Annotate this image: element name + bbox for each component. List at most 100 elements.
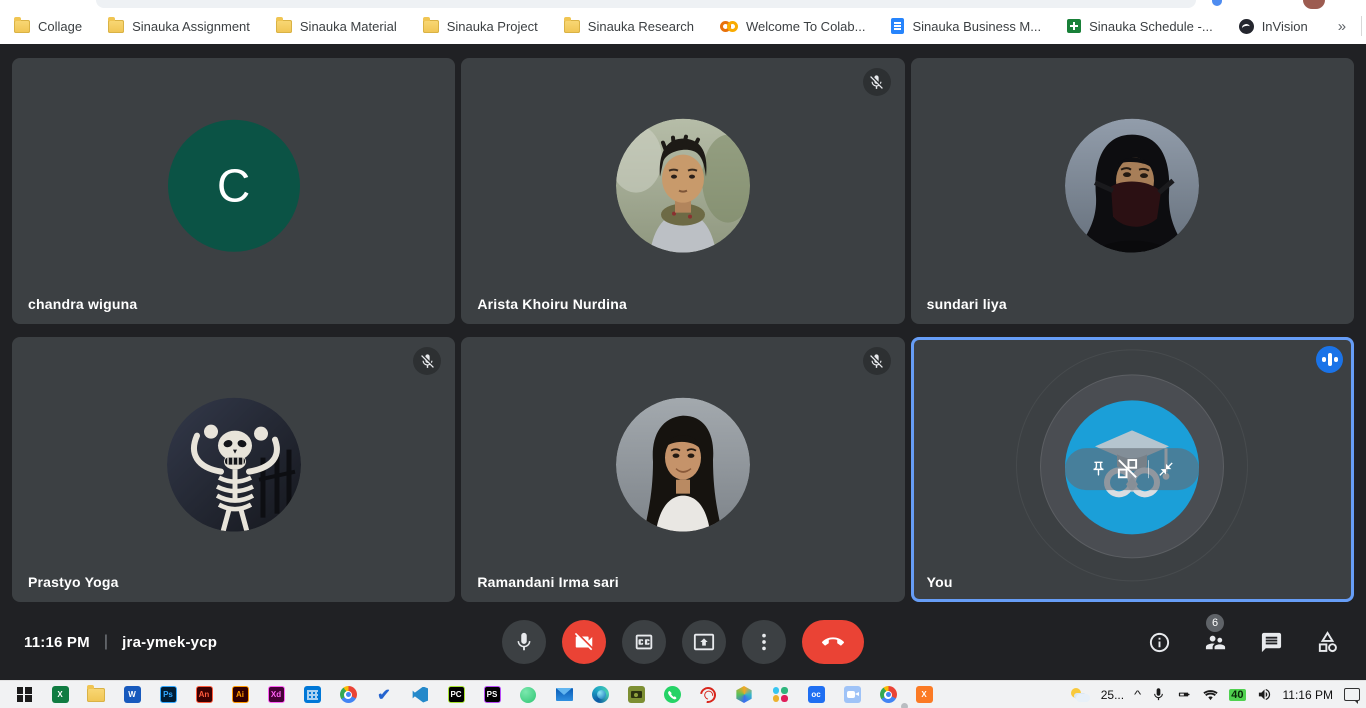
taskbar-whatsapp[interactable] (654, 681, 690, 708)
tray-wifi-icon[interactable] (1203, 687, 1218, 702)
edge-icon (592, 686, 609, 703)
camera-off-button[interactable] (562, 620, 606, 664)
participant-tile-arista-khoiru-nurdina[interactable]: Arista Khoiru Nurdina (461, 58, 904, 324)
taskbar-xampp[interactable]: X (906, 681, 942, 708)
meeting-bottom-bar: 11:16 PM | jra-ymek-ycp (0, 604, 1366, 680)
bookmark-sinauka-business[interactable]: Sinauka Business M... (891, 18, 1041, 34)
bookmarks-overflow-button[interactable]: » (1334, 18, 1349, 35)
call-end-icon (822, 631, 844, 653)
tiles-off-icon[interactable] (1116, 457, 1139, 480)
bookmark-label: Sinauka Project (447, 19, 538, 34)
tray-clock[interactable]: 11:16 PM (1283, 688, 1333, 702)
taskbar-edge[interactable] (582, 681, 618, 708)
tray-microphone-icon[interactable] (1151, 687, 1166, 702)
oc-app-icon: oc (808, 686, 825, 703)
profile-avatar-partial[interactable] (1303, 0, 1325, 9)
taskbar-animate[interactable]: An (186, 681, 222, 708)
taskbar-excel[interactable]: X (42, 681, 78, 708)
vscode-icon (412, 687, 428, 703)
participant-tile-prastyo-yoga[interactable]: Prastyo Yoga (12, 337, 455, 602)
whatsapp-icon (664, 686, 681, 703)
taskbar-vscode[interactable] (402, 681, 438, 708)
taskbar-video-app[interactable] (834, 681, 870, 708)
android-studio-icon (520, 687, 536, 703)
start-button[interactable] (6, 681, 42, 708)
bookmark-welcome-to-colab[interactable]: Welcome To Colab... (720, 19, 865, 34)
bookmark-invision[interactable]: InVision (1239, 19, 1308, 34)
photo-avatar (616, 397, 750, 531)
bookmark-sinauka-research[interactable]: Sinauka Research (564, 19, 694, 34)
participant-tile-ramandani-irma-sari[interactable]: Ramandani Irma sari (461, 337, 904, 602)
tray-expand-chevron[interactable]: ^ (1134, 689, 1141, 701)
mail-icon (556, 688, 573, 701)
photo-avatar (1065, 119, 1199, 253)
taskbar-pycharm[interactable]: PC (438, 681, 474, 708)
taskbar-adobe-xd[interactable]: Xd (258, 681, 294, 708)
taskbar-photoshop[interactable]: Ps (150, 681, 186, 708)
extension-icon-partial[interactable] (1212, 0, 1222, 6)
address-bar-partial[interactable] (96, 0, 1196, 8)
folder-icon (108, 20, 124, 33)
pycharm-icon: PC (448, 686, 465, 703)
taskbar-slack[interactable] (762, 681, 798, 708)
folder-icon (423, 20, 439, 33)
participant-name: Arista Khoiru Nurdina (477, 296, 627, 312)
activities-shapes-icon (1316, 631, 1339, 654)
bookmark-sinauka-material[interactable]: Sinauka Material (276, 19, 397, 34)
weather-icon[interactable] (1070, 688, 1090, 702)
tray-volume-icon[interactable] (1257, 687, 1272, 702)
participant-tile-you[interactable]: You (911, 337, 1354, 602)
folder-icon (564, 20, 580, 33)
activities-button[interactable] (1312, 627, 1342, 657)
taskbar-todo[interactable]: ✔ (366, 681, 402, 708)
bookmark-sinauka-schedule[interactable]: Sinauka Schedule -... (1067, 19, 1213, 34)
taskbar-phpstorm[interactable]: PS (474, 681, 510, 708)
taskbar-file-explorer[interactable] (78, 681, 114, 708)
pin-icon[interactable] (1090, 460, 1107, 477)
participant-name: chandra wiguna (28, 296, 137, 312)
action-center-icon[interactable] (1344, 688, 1360, 701)
taskbar-calendar[interactable] (294, 681, 330, 708)
participant-tile-sundari-liya[interactable]: sundari liya (911, 58, 1354, 324)
participant-name: You (927, 574, 953, 590)
meeting-code: jra-ymek-ycp (122, 634, 217, 651)
taskbar-chrome-profile[interactable] (870, 681, 906, 708)
photo-avatar (167, 397, 301, 531)
divider (1361, 16, 1362, 36)
more-options-button[interactable] (742, 620, 786, 664)
taskbar-chrome[interactable] (330, 681, 366, 708)
file-explorer-icon (87, 688, 105, 702)
participant-tile-chandra-wiguna[interactable]: C chandra wiguna (12, 58, 455, 324)
chat-button[interactable] (1256, 627, 1286, 657)
info-icon (1148, 631, 1171, 654)
taskbar-coreldraw[interactable] (690, 681, 726, 708)
participants-button[interactable]: 6 (1200, 627, 1230, 657)
taskbar-camera-app[interactable] (618, 681, 654, 708)
google-meet-page: C chandra wiguna (0, 44, 1366, 680)
meeting-details-button[interactable] (1144, 627, 1174, 657)
captions-button[interactable] (622, 620, 666, 664)
bookmark-collage[interactable]: Collage (14, 19, 82, 34)
calendar-icon (304, 686, 321, 703)
hexagon-app-icon (736, 686, 753, 703)
taskbar-oc-app[interactable]: oc (798, 681, 834, 708)
captions-icon (633, 631, 655, 653)
microphone-button[interactable] (502, 620, 546, 664)
taskbar-hexagon-app[interactable] (726, 681, 762, 708)
taskbar-mail[interactable] (546, 681, 582, 708)
xampp-icon: X (916, 686, 933, 703)
present-button[interactable] (682, 620, 726, 664)
leave-call-button[interactable] (802, 620, 864, 664)
participant-name: Ramandani Irma sari (477, 574, 619, 590)
taskbar-android-studio[interactable] (510, 681, 546, 708)
tray-temperature[interactable]: 25... (1101, 688, 1124, 702)
bookmark-sinauka-assignment[interactable]: Sinauka Assignment (108, 19, 250, 34)
bookmark-sinauka-project[interactable]: Sinauka Project (423, 19, 538, 34)
tray-battery-icon[interactable] (1177, 687, 1192, 702)
minimize-icon[interactable] (1158, 461, 1174, 477)
chat-icon (1260, 631, 1283, 654)
taskbar-word[interactable]: W (114, 681, 150, 708)
taskbar-illustrator[interactable]: Ai (222, 681, 258, 708)
battery-percent-badge[interactable]: 40 (1229, 689, 1245, 701)
google-docs-icon (891, 18, 904, 34)
